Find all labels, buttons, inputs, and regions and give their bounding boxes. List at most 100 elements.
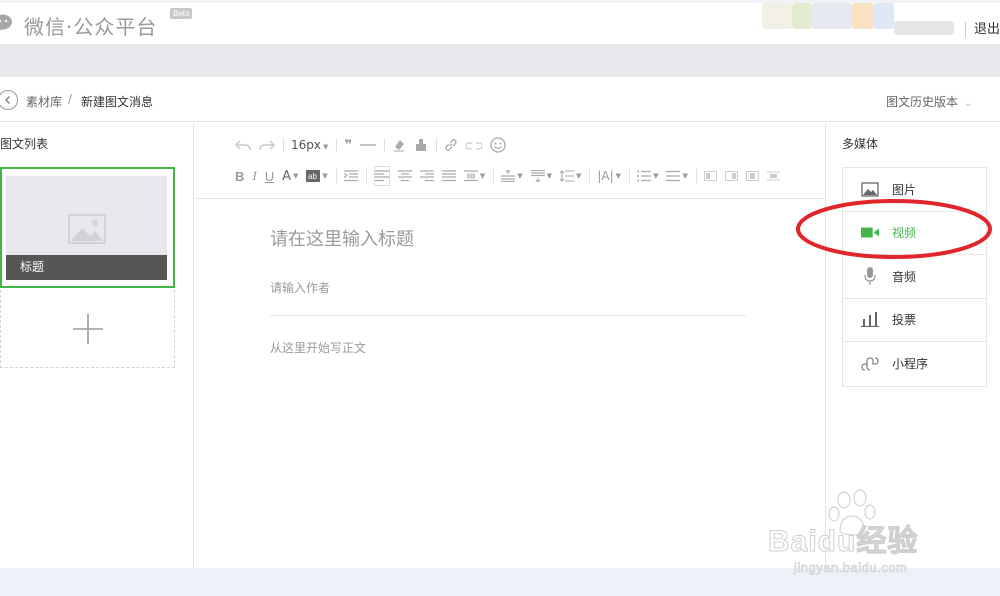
article-list-panel: 图文列表 标题 [0,123,194,568]
toolbar-separator [365,169,367,183]
breadcrumb-current: 新建图文消息 [81,95,154,109]
image-float-icon[interactable]: ▼ [463,166,486,186]
align-center-icon[interactable] [397,166,412,186]
list-ordered-icon[interactable]: ▼ [637,166,658,186]
history-versions-label: 图文历史版本 [886,95,959,109]
article-card[interactable]: 标题 [0,167,175,288]
breadcrumb-separator: / [68,92,73,106]
caret-down-icon: ▼ [293,172,299,180]
clear-format-icon[interactable] [392,135,406,155]
font-size-value: 16px [291,138,321,152]
body-editor[interactable]: 从这里开始写正文 [270,339,366,356]
caret-down-icon: ▼ [653,172,659,180]
caret-down-icon: ▼ [682,172,688,180]
media-item-image[interactable]: 图片 [843,168,986,212]
caret-down-icon: ▼ [517,172,523,180]
media-panel-title: 多媒体 [842,137,879,151]
media-item-label: 视频 [892,226,917,241]
platform-title[interactable]: 微信·公众平台 [24,11,157,40]
toolbar-row-1: 16px ▼ ❞ [235,135,514,155]
chevron-down-icon: ⌄ [964,98,973,109]
unlink-icon[interactable] [466,135,483,155]
main-panel: 素材库 / 新建图文消息 图文历史版本 ⌄ 图文列表 标题 16px ▼ ❞ B… [0,77,1000,568]
toolbar-separator [436,138,438,152]
list-icon[interactable]: ▼ [666,166,688,186]
font-color-icon: A [282,168,292,184]
align-right-icon[interactable] [419,166,434,186]
font-color-button[interactable]: A ▼ [282,166,298,186]
caret-down-icon: ▼ [615,172,622,180]
toolbar-separator [283,138,284,152]
table-icon-1[interactable] [703,166,717,186]
indent-icon[interactable] [343,166,358,186]
article-list-title: 图文列表 [0,137,49,151]
letter-spacing-button[interactable]: |A| ▼ [597,166,621,186]
media-item-label: 图片 [892,182,917,197]
svg-text:ab: ab [308,172,317,181]
bottom-strip [0,568,1000,596]
align-left-icon[interactable] [373,166,390,186]
breadcrumb-material-library[interactable]: 素材库 [26,93,62,110]
table-icon-2[interactable] [724,166,738,186]
history-versions-dropdown[interactable]: 图文历史版本 ⌄ [886,93,972,110]
toolbar-separator [336,138,338,152]
chevron-left-icon [4,95,11,105]
bold-icon[interactable]: B [235,166,244,186]
caret-down-icon: ▼ [479,172,486,180]
logout-link[interactable]: 退出 [964,22,1000,38]
header-band [0,44,1000,77]
bar-chart-icon [861,311,879,329]
caret-down-icon: ▼ [575,172,582,180]
title-input[interactable] [270,229,748,250]
row-spacing-bottom-icon[interactable]: ▼ [530,166,552,186]
quote-icon[interactable]: ❞ [344,135,352,155]
article-title-caption: 标题 [6,255,167,280]
blurred-account-info [874,3,894,29]
media-item-audio[interactable]: 音频 [843,255,986,299]
row-spacing-top-icon[interactable]: ▼ [501,166,523,186]
image-placeholder-icon [68,214,106,244]
add-article-button[interactable] [0,290,175,368]
table-icon-4[interactable] [766,166,780,186]
back-button[interactable] [0,90,18,110]
toolbar-separator [695,169,697,183]
author-input[interactable] [270,281,746,316]
link-icon[interactable] [444,135,458,155]
font-size-select[interactable]: 16px ▼ [291,138,328,152]
letter-spacing-icon: |A| [597,169,614,183]
blurred-account-info [894,21,954,35]
emoji-icon[interactable] [490,135,506,155]
undo-icon[interactable] [235,135,251,155]
italic-icon[interactable]: I [252,166,256,186]
toolbar-separator [589,169,591,183]
caret-down-icon: ▼ [322,172,328,180]
horizontal-rule-icon[interactable] [360,135,377,155]
line-height-icon[interactable]: ▼ [559,166,582,186]
wechat-logo-icon [0,14,12,31]
background-color-icon[interactable]: ab ▼ [306,166,328,186]
media-item-label: 投票 [892,313,917,328]
media-item-label: 音频 [892,269,917,284]
underline-icon[interactable]: U [265,166,274,186]
caret-down-icon: ▼ [323,143,329,151]
caret-down-icon: ▼ [546,172,552,180]
redo-icon[interactable] [259,135,275,155]
media-item-mini-program[interactable]: 小程序 [843,342,986,386]
table-icon-3[interactable] [745,166,759,186]
beta-badge: Beta [170,8,193,19]
media-item-label: 小程序 [892,357,929,372]
image-icon [861,180,879,198]
format-painter-icon[interactable] [414,135,428,155]
blurred-account-info [762,3,792,29]
plus-icon [72,313,103,344]
blurred-account-info [792,3,812,29]
justify-icon[interactable] [441,166,456,186]
toolbar-separator [335,169,337,183]
toolbar-separator [384,138,386,152]
media-item-vote[interactable]: 投票 [843,298,986,342]
media-item-video[interactable]: 视频 [843,211,986,255]
mini-program-icon [861,355,879,373]
media-list: 图片 视频 音频 投票 小程序 [842,167,987,387]
video-icon [861,224,879,242]
editor-toolbar: 16px ▼ ❞ B I U A ▼ ab ▼ ▼ ▼ ▼ ▼ |A| ▼ ▼ … [195,123,825,199]
